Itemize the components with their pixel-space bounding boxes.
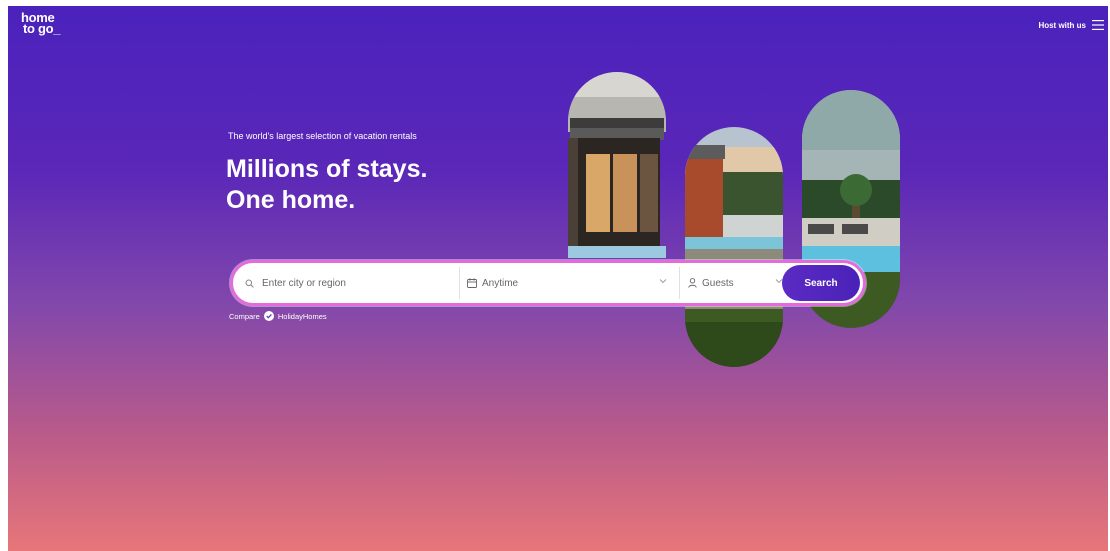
logo-line-2: to go_ xyxy=(23,21,61,36)
hero-image-modern-house xyxy=(568,72,666,258)
date-label: Anytime xyxy=(482,277,519,289)
search-button[interactable]: Search xyxy=(782,265,860,301)
guests-field[interactable]: Guests xyxy=(688,263,783,303)
hero-section: home to go_ Host with us The world's lar… xyxy=(8,6,1108,551)
host-with-us-link[interactable]: Host with us xyxy=(1038,21,1086,30)
chevron-down-icon xyxy=(659,279,667,284)
calendar-icon xyxy=(467,278,477,288)
headline-line-2: One home. xyxy=(226,186,356,214)
compare-partners: Compare HolidayHomes xyxy=(229,311,327,321)
hero-headline: Millions of stays. One home. xyxy=(226,154,427,216)
guests-label: Guests xyxy=(702,277,734,289)
compare-label: Compare xyxy=(229,311,260,321)
city-input[interactable] xyxy=(260,276,444,290)
search-divider xyxy=(679,267,680,299)
date-field[interactable]: Anytime xyxy=(467,263,667,303)
search-icon xyxy=(245,279,254,288)
city-field[interactable] xyxy=(245,263,450,303)
hamburger-menu-icon[interactable] xyxy=(1092,20,1104,30)
person-icon xyxy=(688,278,697,288)
headline-line-1: Millions of stays. xyxy=(226,155,428,183)
check-circle-icon xyxy=(263,311,274,321)
search-divider xyxy=(459,267,460,299)
partner-name: HolidayHomes xyxy=(277,311,327,321)
hero-image-garden-house xyxy=(685,127,783,367)
search-bar: Anytime Guests Search xyxy=(230,260,866,306)
hero-tagline: The world's largest selection of vacatio… xyxy=(228,131,417,141)
hometogo-logo[interactable]: home to go_ xyxy=(21,11,61,36)
